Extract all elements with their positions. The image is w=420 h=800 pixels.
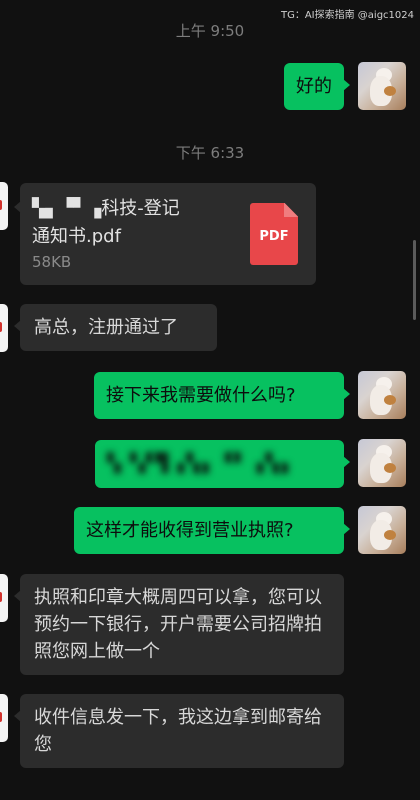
contact-avatar-icon[interactable] <box>0 574 8 622</box>
timestamp-morning: 上午 9:50 <box>175 22 245 40</box>
file-name-line1: ▚▖▝▘▗科技-登记 <box>32 198 180 219</box>
contact-avatar-icon[interactable] <box>0 694 8 742</box>
watermark-text: TG：AI探索指南 @aigc1024 <box>280 10 414 21</box>
scrollbar[interactable] <box>413 240 416 320</box>
file-message-card[interactable]: ▚▖▝▘▗科技-登记 通知书.pdf 58KB PDF <box>14 183 316 285</box>
message-bubble-license-question[interactable]: 这样才能收得到营业执照? <box>74 507 350 554</box>
message-bubble-ok[interactable]: 好的 <box>284 63 350 110</box>
file-size: 58KB <box>32 253 72 271</box>
file-name: ▚▖▝▘▗科技-登记 通知书.pdf <box>32 195 232 251</box>
pdf-file-icon: PDF <box>250 203 298 265</box>
contact-avatar-icon[interactable] <box>0 182 8 230</box>
message-bubble-registered[interactable]: 高总，注册通过了 <box>14 304 217 351</box>
my-avatar-icon[interactable] <box>358 371 406 419</box>
message-bubble-redacted[interactable]: ▚▝▞▜▗▚▖▝▘▗▚▖ <box>95 440 350 488</box>
my-avatar-icon[interactable] <box>358 62 406 110</box>
message-bubble-shipping-info[interactable]: 收件信息发一下，我这边拿到邮寄给您 <box>14 694 344 768</box>
my-avatar-icon[interactable] <box>358 439 406 487</box>
file-name-line2: 通知书.pdf <box>32 226 121 247</box>
pdf-label: PDF <box>259 229 289 244</box>
contact-avatar-icon[interactable] <box>0 304 8 352</box>
message-bubble-license-info[interactable]: 执照和印章大概周四可以拿，您可以预约一下银行，开户需要公司招牌拍照您网上做一个 <box>14 574 344 675</box>
message-bubble-next-steps[interactable]: 接下来我需要做什么吗? <box>94 372 350 419</box>
my-avatar-icon[interactable] <box>358 506 406 554</box>
timestamp-evening: 下午 6:33 <box>175 144 245 162</box>
redacted-text: ▚▝▞▜▗▚▖▝▘▗▚▖ <box>107 453 298 474</box>
